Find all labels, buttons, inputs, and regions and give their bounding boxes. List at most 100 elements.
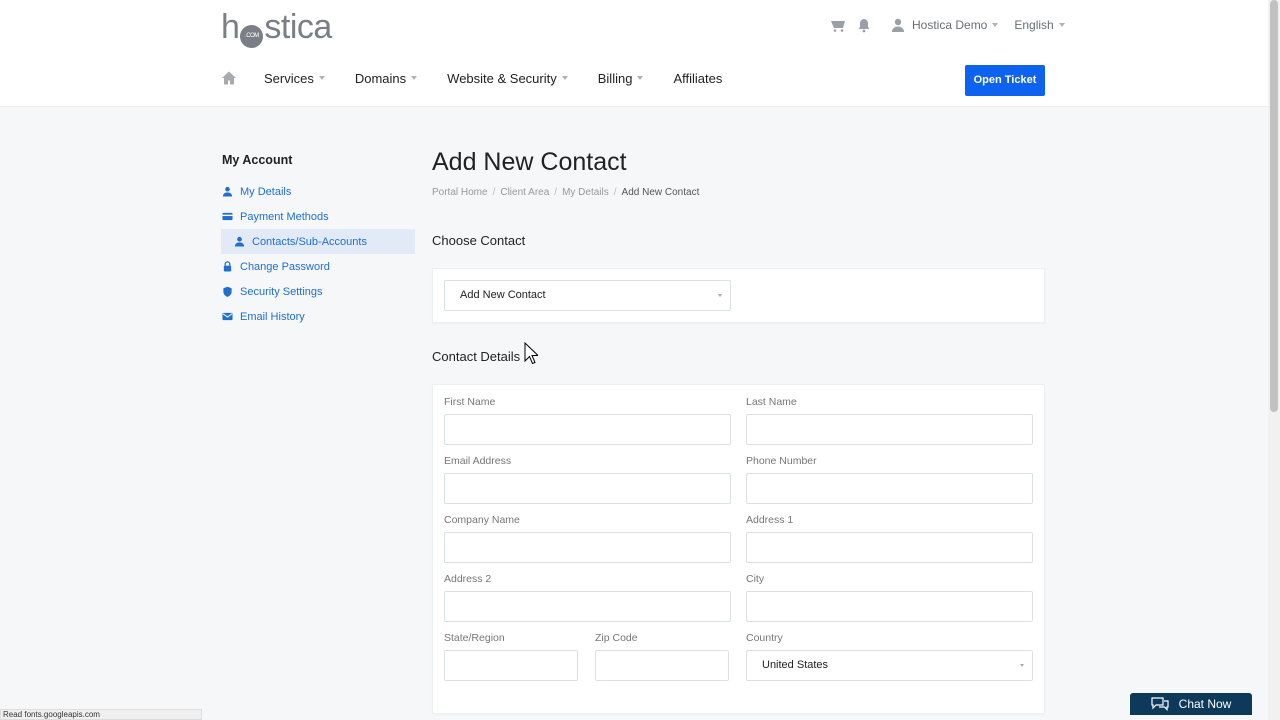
nav-affiliates[interactable]: Affiliates bbox=[673, 71, 722, 86]
address2-group: Address 2 bbox=[444, 573, 731, 622]
nav-domains[interactable]: Domains bbox=[354, 70, 418, 86]
user-name: Hostica Demo bbox=[912, 18, 988, 32]
breadcrumb-my-details[interactable]: My Details bbox=[562, 187, 609, 198]
account-sidebar: My Account My Details Payment Methods Co… bbox=[221, 153, 415, 329]
contact-select-value: Add New Contact bbox=[460, 289, 546, 301]
sidebar-item-email-history[interactable]: Email History bbox=[221, 304, 415, 329]
contact-select[interactable]: Add New Contact bbox=[444, 280, 731, 311]
zip-input[interactable] bbox=[595, 650, 729, 681]
country-value: United States bbox=[762, 659, 829, 671]
zip-label: Zip Code bbox=[595, 632, 638, 644]
sidebar-title: My Account bbox=[222, 153, 293, 167]
mail-icon bbox=[222, 312, 233, 321]
sidebar-item-security-settings[interactable]: Security Settings bbox=[221, 279, 415, 304]
page-title: Add New Contact bbox=[432, 148, 627, 176]
breadcrumb-current: Add New Contact bbox=[621, 187, 700, 198]
email-group: Email Address bbox=[444, 455, 731, 504]
scrollbar-thumb[interactable] bbox=[1270, 0, 1278, 412]
language-label: English bbox=[1014, 18, 1054, 32]
address1-group: Address 1 bbox=[746, 514, 1033, 563]
nav-services[interactable]: Services bbox=[264, 71, 325, 86]
user-icon bbox=[234, 236, 245, 247]
form-row: Address 2 City bbox=[444, 573, 1033, 622]
sidebar-item-my-details[interactable]: My Details bbox=[221, 179, 415, 204]
city-label: City bbox=[746, 573, 765, 585]
chevron-down-icon bbox=[1058, 23, 1065, 27]
nav-billing[interactable]: Billing bbox=[598, 71, 644, 86]
last-name-group: Last Name bbox=[746, 396, 1033, 445]
sidebar-item-payment-methods[interactable]: Payment Methods bbox=[221, 204, 415, 229]
logo-text-end: stica bbox=[264, 8, 332, 46]
last-name-input[interactable] bbox=[746, 414, 1033, 445]
country-group: Country United States bbox=[746, 632, 1033, 681]
language-selector[interactable]: English bbox=[1014, 18, 1065, 32]
chat-icon bbox=[1151, 697, 1169, 711]
chevron-down-icon bbox=[992, 23, 999, 27]
address1-input[interactable] bbox=[746, 532, 1033, 563]
nav-label: Domains bbox=[354, 70, 407, 86]
country-label: Country bbox=[746, 632, 783, 644]
breadcrumb-portal-home[interactable]: Portal Home bbox=[432, 187, 488, 198]
first-name-input[interactable] bbox=[444, 414, 731, 445]
phone-label: Phone Number bbox=[746, 455, 817, 467]
lock-icon bbox=[223, 261, 232, 272]
zip-group: Zip Code bbox=[595, 632, 729, 681]
hostica-logo[interactable]: h .COM stica bbox=[221, 8, 332, 48]
sidebar-item-label: My Details bbox=[240, 185, 292, 198]
country-select[interactable]: United States bbox=[746, 650, 1033, 681]
breadcrumb-separator: / bbox=[613, 187, 617, 198]
breadcrumb-separator: / bbox=[554, 187, 558, 198]
contact-details-form: First Name Last Name Email Address Phone… bbox=[432, 384, 1045, 714]
state-label: State/Region bbox=[444, 632, 505, 644]
main-content: Add New Contact Portal Home / Client Area… bbox=[432, 145, 1045, 714]
card-icon bbox=[222, 212, 233, 221]
nav-label: Affiliates bbox=[673, 70, 723, 86]
open-ticket-button[interactable]: Open Ticket bbox=[965, 65, 1045, 96]
breadcrumb: Portal Home / Client Area / My Details / Ad… bbox=[432, 187, 1045, 198]
phone-input[interactable] bbox=[746, 473, 1033, 504]
browser-status-bar: Read fonts.googleapis.com bbox=[0, 709, 202, 720]
user-menu[interactable]: Hostica Demo bbox=[890, 17, 999, 33]
nav-label: Services bbox=[264, 70, 314, 86]
state-group: State/Region bbox=[444, 632, 578, 681]
cart-icon[interactable] bbox=[830, 17, 846, 33]
form-row: State/Region Zip Code Country United Sta… bbox=[444, 632, 1033, 681]
user-icon bbox=[222, 186, 233, 197]
email-input[interactable] bbox=[444, 473, 731, 504]
site-header: h .COM stica Hostica Demo English Services… bbox=[0, 0, 1268, 107]
sidebar-item-label: Email History bbox=[240, 310, 305, 323]
sidebar-item-label: Payment Methods bbox=[240, 210, 329, 223]
user-icon bbox=[892, 18, 904, 32]
address2-input[interactable] bbox=[444, 591, 731, 622]
nav-label: Billing bbox=[597, 70, 633, 86]
breadcrumb-client-area[interactable]: Client Area bbox=[500, 187, 549, 198]
form-row: Company Name Address 1 bbox=[444, 514, 1033, 563]
sidebar-item-change-password[interactable]: Change Password bbox=[221, 254, 415, 279]
form-row: Email Address Phone Number bbox=[444, 455, 1033, 504]
page-scrollbar[interactable] bbox=[1268, 0, 1280, 720]
phone-group: Phone Number bbox=[746, 455, 1033, 504]
top-right-menu: Hostica Demo English bbox=[830, 17, 1065, 33]
home-icon[interactable] bbox=[221, 70, 237, 86]
bell-icon[interactable] bbox=[856, 17, 872, 33]
state-input[interactable] bbox=[444, 650, 578, 681]
choose-contact-heading: Choose Contact bbox=[432, 233, 526, 248]
city-input[interactable] bbox=[746, 591, 1033, 622]
company-label: Company Name bbox=[444, 514, 520, 526]
chevron-down-icon bbox=[411, 76, 418, 80]
company-input[interactable] bbox=[444, 532, 731, 563]
sidebar-item-label: Change Password bbox=[240, 260, 330, 273]
main-nav: Services Domains Website & Security Bill… bbox=[221, 70, 752, 86]
chevron-down-icon bbox=[718, 294, 722, 297]
choose-contact-card: Add New Contact bbox=[432, 268, 1045, 323]
nav-website-security[interactable]: Website & Security bbox=[447, 71, 568, 86]
email-label: Email Address bbox=[444, 455, 512, 467]
sidebar-item-contacts[interactable]: Contacts/Sub-Accounts bbox=[221, 229, 415, 254]
chat-now-button[interactable]: Chat Now bbox=[1130, 693, 1252, 715]
chevron-down-icon bbox=[561, 76, 568, 80]
company-group: Company Name bbox=[444, 514, 731, 563]
mouse-cursor-icon bbox=[524, 342, 538, 365]
first-name-group: First Name bbox=[444, 396, 731, 445]
sidebar-item-label: Contacts/Sub-Accounts bbox=[252, 235, 367, 248]
sidebar-item-label: Security Settings bbox=[240, 285, 323, 298]
